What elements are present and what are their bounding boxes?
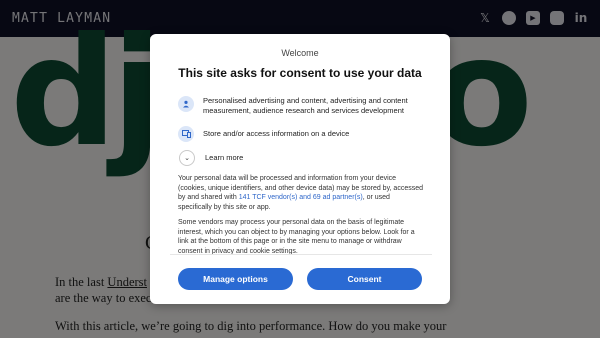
dialog-title: This site asks for consent to use your d… [178, 66, 422, 80]
person-icon [178, 96, 194, 112]
purpose-personalised-ads: Personalised advertising and content, ad… [178, 96, 428, 116]
consent-dialog: Welcome This site asks for consent to us… [150, 34, 450, 304]
device-icon [178, 126, 194, 142]
manage-options-button[interactable]: Manage options [178, 268, 293, 290]
dialog-welcome: Welcome [281, 48, 319, 58]
divider [170, 254, 432, 255]
consent-button[interactable]: Consent [307, 268, 422, 290]
chevron-down-icon[interactable]: ⌄ [179, 150, 195, 166]
consent-body-2: Some vendors may process your personal d… [178, 219, 415, 255]
purpose-store-access: Store and/or access information on a dev… [178, 126, 428, 142]
purpose-text: Personalised advertising and content, ad… [203, 96, 408, 115]
purpose-text: Store and/or access information on a dev… [203, 129, 350, 138]
vendors-link[interactable]: 141 TCF vendor(s) and 69 ad partner(s) [239, 194, 363, 201]
learn-more-toggle[interactable]: ⌄ Learn more [178, 150, 428, 166]
learn-more-label[interactable]: Learn more [205, 150, 243, 165]
consent-body-1: Your personal data will be processed and… [178, 174, 424, 212]
